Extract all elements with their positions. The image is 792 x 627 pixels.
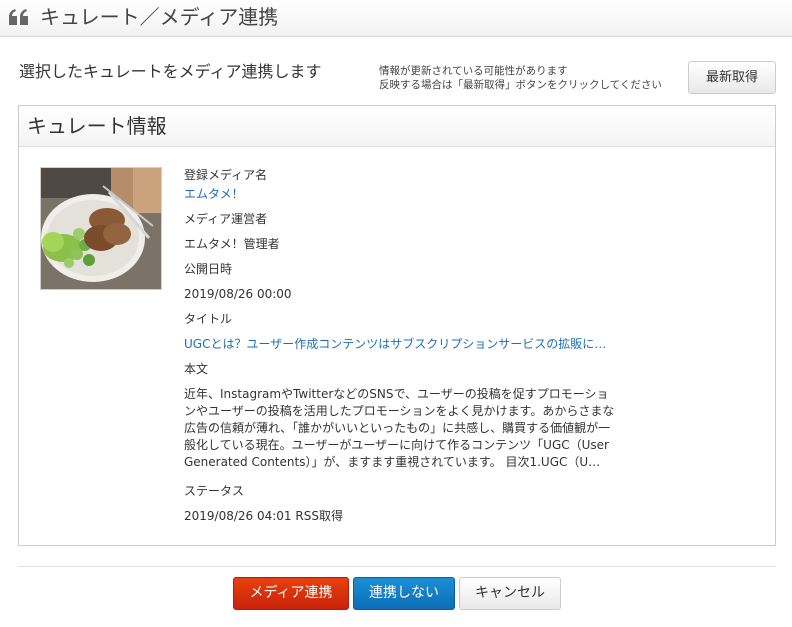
- operator-value: エムタメ！管理者: [184, 237, 280, 251]
- body-label: 本文: [184, 362, 209, 376]
- curate-info-panel: キュレート情報 登録メディア名 エムタメ！ メディア運営者 エムタメ！管理者 公…: [18, 105, 776, 546]
- notice-line-1: 情報が更新されている可能性があります: [379, 65, 568, 77]
- body-value: 近年、InstagramやTwitterなどのSNSで、ユーザーの投稿を促すプロ…: [184, 387, 615, 469]
- instruction-text: 選択したキュレートをメディア連携します: [19, 62, 322, 81]
- no-link-button[interactable]: 連携しない: [353, 577, 455, 610]
- food-photo-icon: [41, 168, 161, 289]
- media-name-label: 登録メディア名: [184, 168, 268, 182]
- article-title-link[interactable]: UGCとは？ユーザー作成コンテンツはサブスクリプションサービスの拡販に…: [184, 336, 606, 352]
- status-label: ステータス: [184, 484, 245, 498]
- curate-thumbnail: [40, 167, 162, 290]
- update-notice: 情報が更新されている可能性があります 反映する場合は「最新取得」ボタンをクリック…: [379, 64, 662, 92]
- quote-icon: [9, 9, 28, 25]
- published-value: 2019/08/26 00:00: [184, 287, 292, 301]
- status-value: 2019/08/26 04:01 RSS取得: [184, 509, 343, 523]
- page-header: キュレート／メディア連携: [0, 0, 792, 37]
- published-label: 公開日時: [184, 262, 233, 276]
- divider: [18, 566, 776, 567]
- cancel-button[interactable]: キャンセル: [459, 577, 561, 610]
- media-link-button[interactable]: メディア連携: [233, 577, 349, 610]
- media-name-link[interactable]: エムタメ！: [184, 186, 244, 202]
- operator-label: メディア運営者: [184, 212, 268, 226]
- page-title: キュレート／メディア連携: [40, 5, 279, 29]
- title-label: タイトル: [184, 312, 233, 326]
- panel-title: キュレート情報: [27, 114, 167, 138]
- panel-header: キュレート情報: [19, 106, 775, 147]
- notice-line-2: 反映する場合は「最新取得」ボタンをクリックしてください: [379, 79, 662, 91]
- refresh-button[interactable]: 最新取得: [688, 61, 776, 94]
